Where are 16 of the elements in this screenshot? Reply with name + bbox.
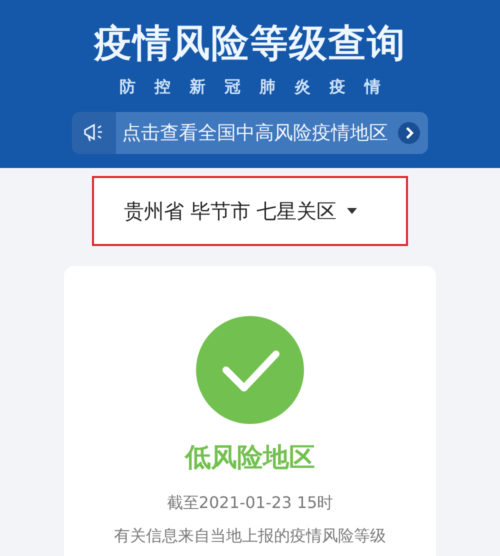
source-note-text: 有关信息来自当地上报的疫情风险等级 <box>114 526 386 547</box>
subtitle-text: 新 <box>190 77 206 98</box>
subtitle-text: 肺 <box>260 77 276 98</box>
location-selector[interactable]: 贵州省 毕节市 七星关区 <box>92 176 408 246</box>
risk-level-text: 低风险地区 <box>185 442 315 475</box>
notice-button[interactable]: 点击查看全国中高风险疫情地区 <box>72 112 428 154</box>
subtitle-text: 炎 <box>294 77 310 98</box>
subtitle-text: 防 <box>120 77 136 98</box>
subtitle-text: 情 <box>364 77 380 98</box>
chevron-right-icon <box>398 122 420 144</box>
subtitle-text: 控 <box>154 77 170 98</box>
subtitle-text: 冠 <box>224 77 240 98</box>
dropdown-caret-icon <box>346 208 357 214</box>
page-title: 疫情风险等级查询 <box>94 20 406 67</box>
update-time-text: 截至2021-01-23 15时 <box>166 493 334 514</box>
subtitle-text: 疫 <box>330 77 346 98</box>
